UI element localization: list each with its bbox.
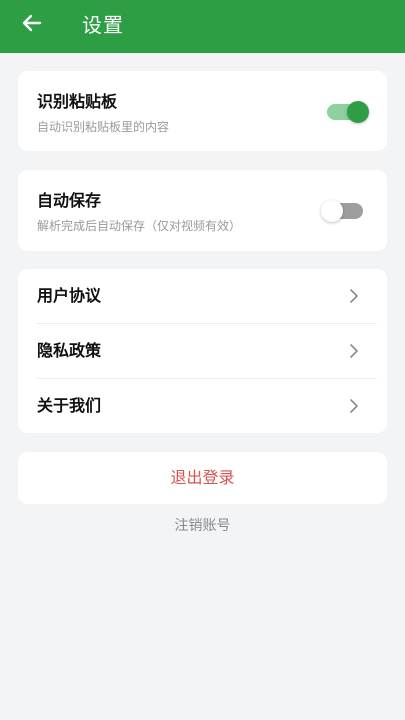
top-app-bar: 设置 <box>0 0 405 53</box>
autosave-setting-card: 自动保存 解析完成后自动保存（仅对视频有效） <box>18 170 387 251</box>
cancel-account-link[interactable]: 注销账号 <box>0 516 405 536</box>
divider <box>37 378 377 379</box>
divider <box>37 323 377 324</box>
links-card: 用户协议 隐私政策 关于我们 <box>18 269 387 433</box>
autosave-setting-row: 自动保存 解析完成后自动保存（仅对视频有效） <box>18 170 387 251</box>
chevron-right-icon <box>350 289 358 303</box>
autosave-setting-subtitle: 解析完成后自动保存（仅对视频有效） <box>37 219 242 233</box>
nav-row-label: 隐私政策 <box>37 341 102 360</box>
logout-label: 退出登录 <box>170 468 235 487</box>
nav-row-label: 用户协议 <box>37 286 102 305</box>
back-button[interactable] <box>20 11 44 35</box>
nav-row-about-us[interactable]: 关于我们 <box>18 379 387 434</box>
nav-row-user-agreement[interactable]: 用户协议 <box>18 269 387 324</box>
clipboard-setting-card: 识别粘贴板 自动识别粘贴板里的内容 <box>18 71 387 151</box>
page-title: 设置 <box>82 13 124 37</box>
logout-button[interactable]: 退出登录 <box>18 452 387 504</box>
clipboard-setting-subtitle: 自动识别粘贴板里的内容 <box>37 120 170 134</box>
nav-row-label: 关于我们 <box>37 396 102 415</box>
clipboard-toggle[interactable] <box>327 97 369 127</box>
nav-row-privacy-policy[interactable]: 隐私政策 <box>18 324 387 379</box>
clipboard-setting-title: 识别粘贴板 <box>37 92 118 111</box>
autosave-toggle-knob <box>321 200 343 222</box>
chevron-right-icon <box>350 399 358 413</box>
clipboard-setting-row: 识别粘贴板 自动识别粘贴板里的内容 <box>18 71 387 151</box>
autosave-setting-title: 自动保存 <box>37 191 102 210</box>
arrow-left-icon <box>22 14 42 32</box>
autosave-toggle[interactable] <box>321 196 365 226</box>
chevron-right-icon <box>350 344 358 358</box>
clipboard-toggle-knob <box>347 101 369 123</box>
